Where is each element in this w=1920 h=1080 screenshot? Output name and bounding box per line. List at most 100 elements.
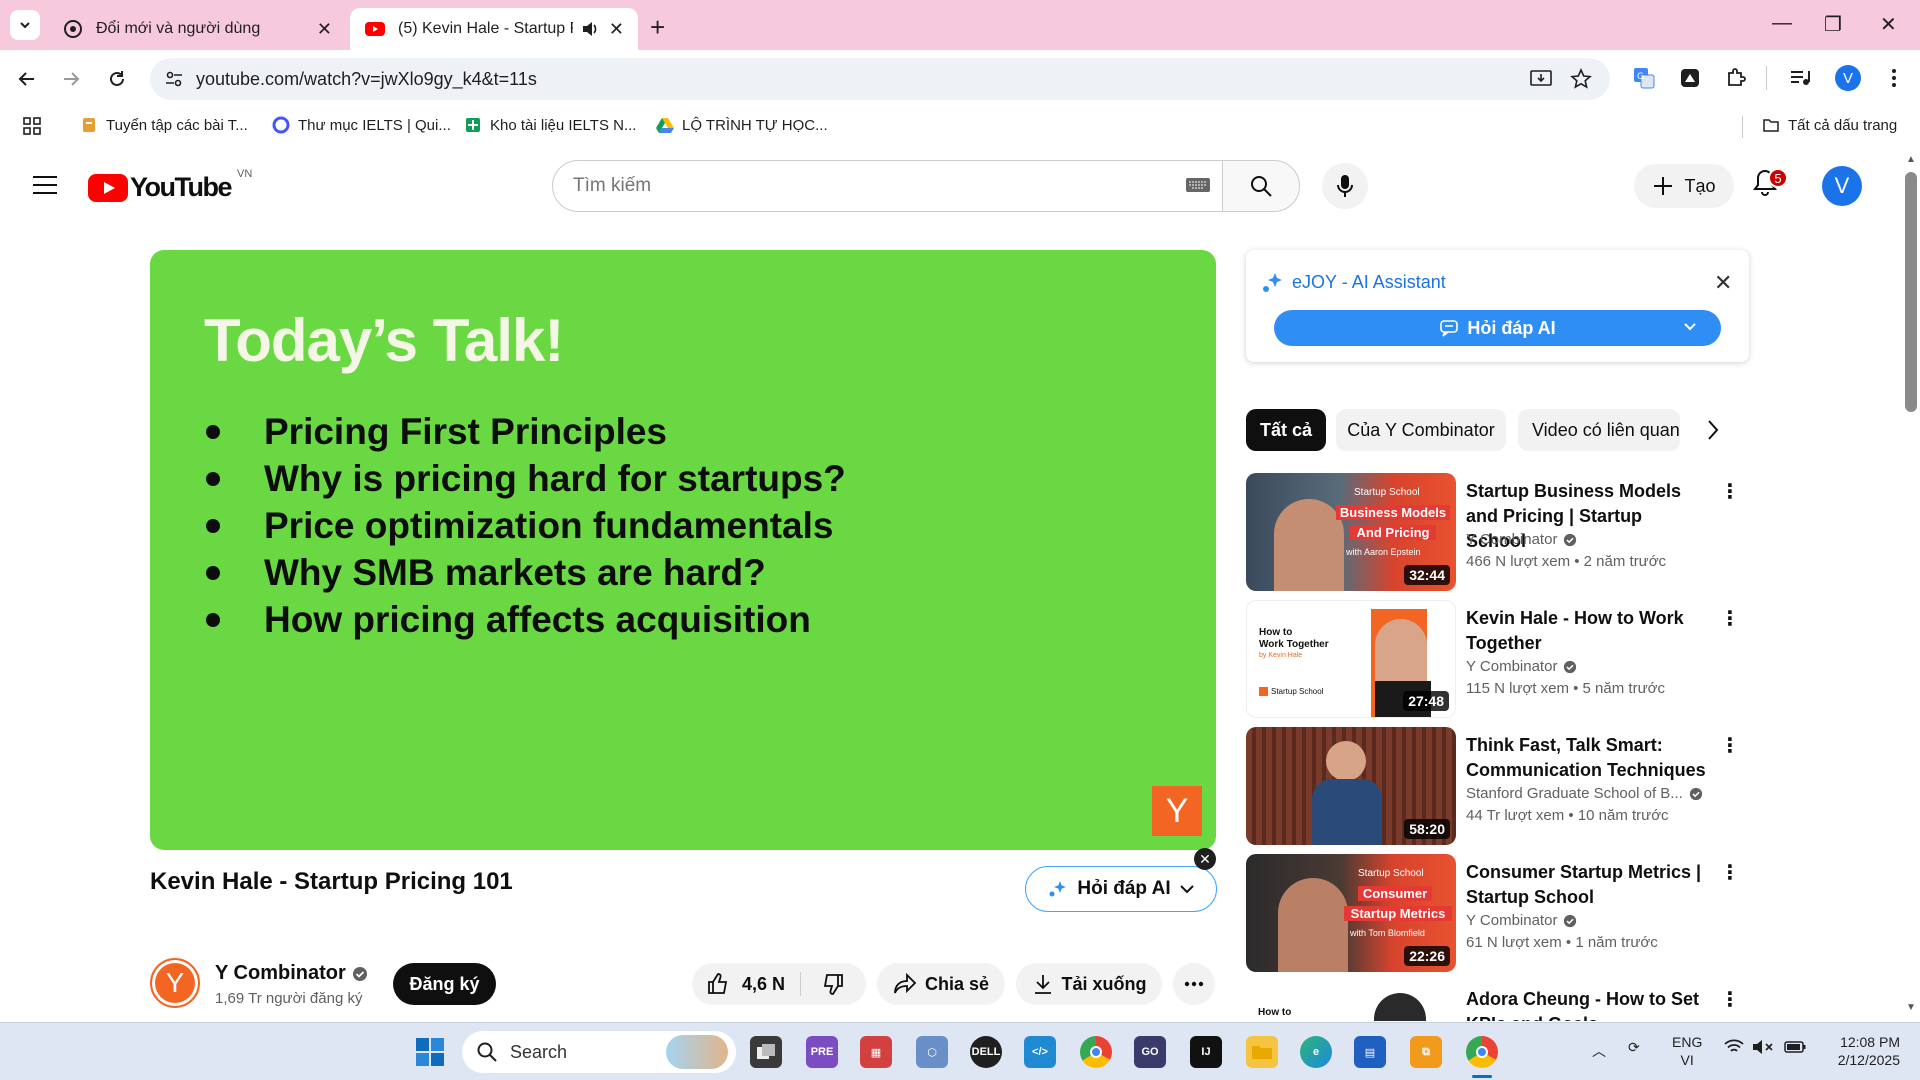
speaker-icon[interactable]	[581, 21, 599, 37]
keyboard-icon[interactable]	[1185, 175, 1211, 195]
share-button[interactable]: Chia sẻ	[877, 963, 1005, 1005]
bookmark-item[interactable]: Kho tài liệu IELTS N...	[464, 116, 636, 134]
close-ask-ai-icon[interactable]: ✕	[1194, 848, 1216, 870]
search-input[interactable]	[573, 175, 1133, 197]
menu-kebab-icon[interactable]	[1880, 64, 1908, 92]
video-thumbnail[interactable]: How to Work Together by Kevin Hale Start…	[1246, 600, 1456, 718]
windows-start-icon[interactable]	[414, 1036, 446, 1068]
ask-ai-button[interactable]: Hỏi đáp AI	[1025, 866, 1217, 912]
video-thumbnail[interactable]: 58:20	[1246, 727, 1456, 845]
scrollbar-thumb[interactable]	[1905, 172, 1917, 412]
ejoy-close-icon[interactable]: ✕	[1714, 270, 1732, 296]
vscode-icon[interactable]: </>	[1024, 1036, 1056, 1068]
golang-icon[interactable]: GO	[1134, 1036, 1166, 1068]
recommended-video[interactable]: Startup School Consumer Startup Metrics …	[1246, 854, 1746, 972]
youtube-logo-icon	[88, 173, 128, 202]
volume-muted-icon[interactable]	[1752, 1039, 1774, 1055]
input-language[interactable]: ENG VI	[1672, 1033, 1702, 1069]
extension-icon[interactable]	[1676, 64, 1704, 92]
reload-button[interactable]	[102, 64, 132, 94]
recommended-video[interactable]: How to Work Together by Kevin Hale Start…	[1246, 600, 1746, 718]
more-vertical-icon[interactable]: ⋮	[1720, 987, 1740, 1012]
hamburger-menu-icon[interactable]	[32, 174, 58, 196]
close-tab-icon[interactable]: ✕	[317, 19, 332, 40]
restore-icon[interactable]: ❐	[1824, 12, 1842, 37]
like-button[interactable]: 4,6 N	[692, 972, 800, 996]
window-close-icon[interactable]: ✕	[1880, 12, 1897, 37]
puzzle-icon[interactable]	[1722, 64, 1750, 92]
more-vertical-icon[interactable]: ⋮	[1720, 860, 1740, 885]
close-tab-icon[interactable]: ✕	[609, 19, 624, 40]
store-icon[interactable]: ▤	[1354, 1036, 1386, 1068]
forward-button[interactable]	[56, 64, 86, 94]
site-info-icon[interactable]	[164, 69, 184, 89]
dell-icon[interactable]: DELL	[970, 1036, 1002, 1068]
verified-check-icon	[1564, 914, 1577, 927]
more-actions-button[interactable]	[1173, 963, 1215, 1005]
recommended-video[interactable]: How to Adora Cheung - How to Set KPIs an…	[1246, 981, 1746, 1021]
scroll-up-icon[interactable]: ▲	[1906, 154, 1916, 165]
video-thumbnail[interactable]: Startup School Business Models And Prici…	[1246, 473, 1456, 591]
video-thumbnail[interactable]: How to	[1246, 981, 1456, 1021]
download-button[interactable]: Tải xuống	[1016, 963, 1162, 1005]
remote-app-icon[interactable]: ⧉	[1410, 1036, 1442, 1068]
scroll-down-icon[interactable]: ▼	[1906, 1002, 1916, 1013]
install-app-icon[interactable]	[1530, 69, 1552, 89]
account-avatar[interactable]: V	[1822, 166, 1862, 206]
calendar-app-icon[interactable]: ▦	[860, 1036, 892, 1068]
wifi-icon[interactable]	[1724, 1039, 1744, 1055]
tab-innovation[interactable]: Đổi mới và người dùng ✕	[48, 8, 346, 50]
battery-icon[interactable]	[1784, 1041, 1806, 1053]
copilot-icon[interactable]: PRE	[806, 1036, 838, 1068]
bookmark-item[interactable]: Tuyển tập các bài T...	[80, 116, 248, 134]
search-button[interactable]	[1222, 160, 1300, 212]
bookmark-star-icon[interactable]	[1570, 68, 1592, 90]
channel-avatar[interactable]: Y	[150, 958, 200, 1008]
chrome-profile-icon[interactable]	[1466, 1036, 1498, 1068]
search-icon	[1251, 176, 1272, 197]
edge-icon[interactable]: e	[1300, 1036, 1332, 1068]
back-button[interactable]	[12, 64, 42, 94]
more-vertical-icon[interactable]: ⋮	[1720, 479, 1740, 504]
cube-app-icon[interactable]: ⬡	[916, 1036, 948, 1068]
new-tab-button[interactable]: +	[650, 12, 665, 43]
apps-grid-icon[interactable]	[22, 116, 42, 136]
voice-search-button[interactable]	[1322, 163, 1368, 209]
translate-extension-icon[interactable]: G	[1630, 64, 1658, 92]
bookmark-item[interactable]: Thư mục IELTS | Qui...	[272, 116, 451, 134]
tab-youtube-video[interactable]: (5) Kevin Hale - Startup Pric ✕	[350, 8, 638, 50]
taskbar-search[interactable]: Search	[462, 1031, 736, 1073]
youtube-logo[interactable]: YouTube VN	[88, 168, 252, 203]
channel-name[interactable]: Y Combinator	[215, 962, 368, 985]
clock[interactable]: 12:08 PM 2/12/2025	[1822, 1033, 1900, 1069]
chips-next-chevron-icon[interactable]	[1706, 418, 1720, 442]
video-player[interactable]: Today’s Talk! Pricing First Principles W…	[150, 250, 1216, 850]
video-thumbnail[interactable]: Startup School Consumer Startup Metrics …	[1246, 854, 1456, 972]
chrome-icon[interactable]	[1080, 1036, 1112, 1068]
tray-overflow-chevron-icon[interactable]: ︿	[1592, 1041, 1606, 1061]
chip-related-videos[interactable]: Video có liên quan	[1518, 409, 1680, 451]
page-scrollbar[interactable]: ▲ ▼	[1902, 146, 1920, 1022]
more-vertical-icon[interactable]: ⋮	[1720, 606, 1740, 631]
tab-search-button[interactable]	[10, 10, 40, 40]
tab-title: Đổi mới và người dùng	[96, 20, 261, 37]
chip-from-y-combinator[interactable]: Của Y Combinator	[1336, 409, 1506, 451]
media-control-icon[interactable]	[1786, 64, 1814, 92]
file-explorer-icon[interactable]	[1246, 1036, 1278, 1068]
chip-all[interactable]: Tất cả	[1246, 409, 1326, 451]
all-bookmarks[interactable]: Tất cả dấu trang	[1762, 116, 1897, 134]
task-view-icon[interactable]	[750, 1036, 782, 1068]
minimize-icon[interactable]: —	[1772, 12, 1792, 35]
subscribe-button[interactable]: Đăng ký	[393, 963, 496, 1005]
intellij-icon[interactable]: IJ	[1190, 1036, 1222, 1068]
dislike-button[interactable]	[801, 972, 865, 996]
more-vertical-icon[interactable]: ⋮	[1720, 733, 1740, 758]
recommended-video[interactable]: 58:20 Think Fast, Talk Smart: Communicat…	[1246, 727, 1746, 845]
bookmark-item[interactable]: LỘ TRÌNH TỰ HỌC...	[656, 116, 828, 134]
ejoy-ask-ai-button[interactable]: Hỏi đáp AI	[1274, 310, 1721, 346]
profile-button[interactable]: V	[1834, 64, 1862, 92]
create-button[interactable]: Tạo	[1634, 164, 1734, 208]
address-bar[interactable]: youtube.com/watch?v=jwXlo9gy_k4&t=11s	[150, 58, 1610, 100]
recommended-video[interactable]: Startup School Business Models And Prici…	[1246, 473, 1746, 591]
sync-icon[interactable]: ⟳	[1628, 1039, 1640, 1056]
